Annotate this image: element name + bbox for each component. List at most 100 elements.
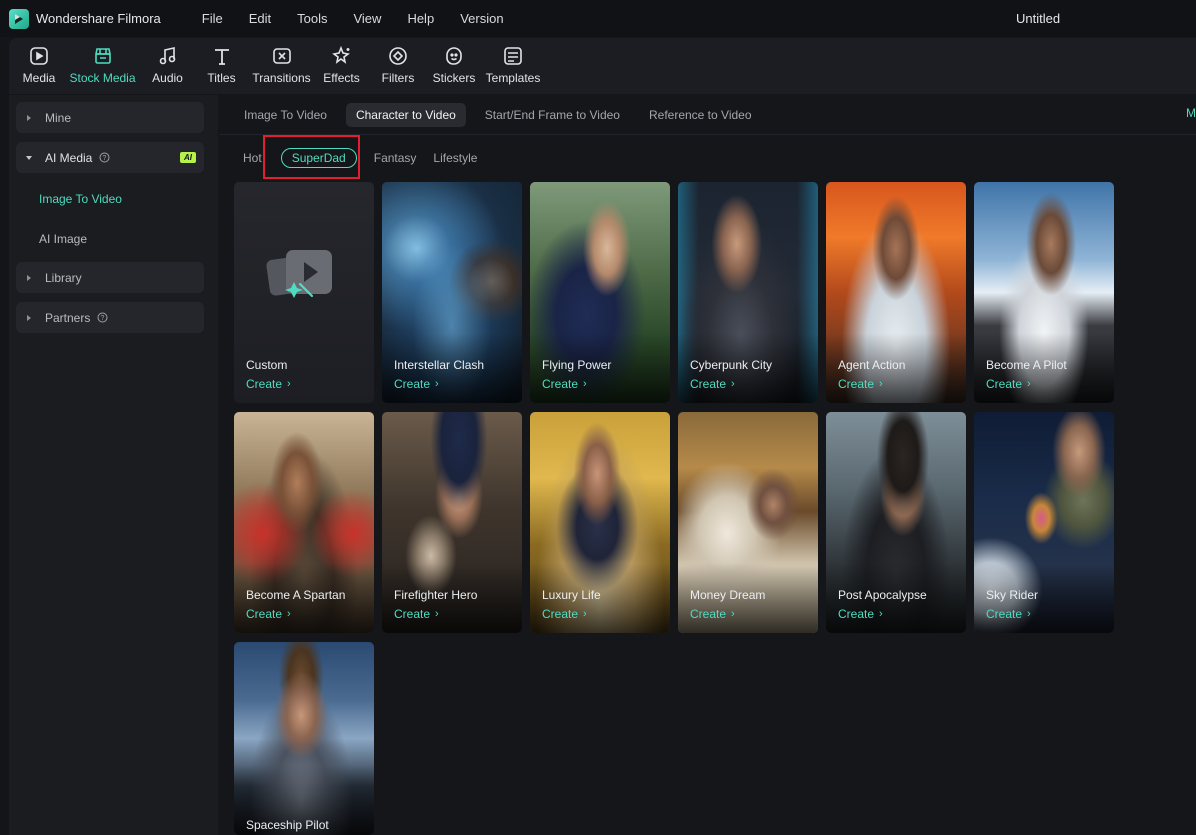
card-title: Sky Rider (986, 588, 1039, 602)
toolbar-templates[interactable]: Templates (482, 38, 544, 85)
toolbar-audio[interactable]: Audio (142, 38, 193, 85)
effects-icon (331, 45, 353, 67)
template-card-become-a-pilot[interactable]: Become A Pilot Create › (974, 182, 1114, 403)
create-link[interactable]: Create › (246, 607, 291, 621)
template-card-post-apocalypse[interactable]: Post Apocalypse Create › (826, 412, 966, 633)
menu-help[interactable]: Help (394, 11, 447, 26)
svg-text:?: ? (101, 315, 105, 322)
create-link[interactable]: Create › (690, 377, 735, 391)
toolbar-stickers[interactable]: Stickers (426, 38, 482, 85)
create-link[interactable]: Create › (394, 377, 439, 391)
create-link[interactable]: Create › (246, 377, 291, 391)
menu-tools[interactable]: Tools (284, 11, 340, 26)
menu-view[interactable]: View (340, 11, 394, 26)
menu-file[interactable]: File (189, 11, 236, 26)
template-card-interstellar-clash[interactable]: Interstellar Clash Create › (382, 182, 522, 403)
caret-right-icon (25, 314, 33, 322)
chevron-right-icon: › (287, 378, 291, 390)
category-fantasy[interactable]: Fantasy (374, 151, 417, 165)
help-icon[interactable]: ? (97, 312, 108, 323)
sidebar: Mine AI Media ? AI Image To Video AI Ima… (9, 95, 218, 835)
ai-badge: AI (180, 152, 196, 163)
titles-icon (211, 45, 233, 67)
category-lifestyle[interactable]: Lifestyle (433, 151, 477, 165)
toolbar-effects[interactable]: Effects (313, 38, 370, 85)
create-link[interactable]: Create › (986, 377, 1031, 391)
toolbar-titles[interactable]: Titles (193, 38, 250, 85)
help-icon[interactable]: ? (99, 152, 110, 163)
create-link[interactable]: Create › (838, 607, 883, 621)
create-link[interactable]: Create › (394, 607, 439, 621)
tab-character-to-video[interactable]: Character to Video (345, 102, 466, 127)
template-card-spaceship-pilot[interactable]: Spaceship Pilot (234, 642, 374, 835)
category-tabs: Hot SuperDad Fantasy Lifestyle (219, 135, 1196, 180)
card-title: Cyberpunk City (690, 358, 773, 372)
chevron-right-icon: › (583, 608, 587, 620)
sidebar-item-ai-image[interactable]: AI Image (39, 232, 87, 246)
tab-reference-to-video[interactable]: Reference to Video (639, 103, 762, 127)
toolbar-filters[interactable]: Filters (370, 38, 426, 85)
transitions-icon (271, 45, 293, 67)
chevron-right-icon: › (435, 378, 439, 390)
template-card-flying-power[interactable]: Flying Power Create › (530, 182, 670, 403)
template-card-money-dream[interactable]: Money Dream Create › (678, 412, 818, 633)
audio-icon (157, 45, 179, 67)
templates-icon (502, 45, 524, 67)
create-link[interactable]: Create › (542, 607, 587, 621)
create-link[interactable]: Create › (838, 377, 883, 391)
filters-icon (387, 45, 409, 67)
card-title: Custom (246, 358, 288, 372)
sidebar-item-library[interactable]: Library (16, 262, 204, 293)
category-hot[interactable]: Hot (243, 151, 262, 165)
create-link[interactable]: Create › (690, 607, 735, 621)
custom-video-icon (266, 250, 332, 298)
tab-start-end-frame-to-video[interactable]: Start/End Frame to Video (475, 103, 630, 127)
toolbar-media[interactable]: Media (15, 38, 63, 85)
main-panel: Image To Video Character to Video Start/… (219, 95, 1196, 835)
chevron-right-icon: › (287, 608, 291, 620)
template-card-firefighter-hero[interactable]: Firefighter Hero Create › (382, 412, 522, 633)
main-toolbar: Media Stock Media Audio Titles Transitio… (9, 38, 1196, 94)
caret-right-icon (25, 114, 33, 122)
template-card-luxury-life[interactable]: Luxury Life Create › (530, 412, 670, 633)
template-card-agent-action[interactable]: Agent Action Create › (826, 182, 966, 403)
menu-edit[interactable]: Edit (236, 11, 284, 26)
app-name: Wondershare Filmora (36, 11, 161, 26)
sidebar-item-mine[interactable]: Mine (16, 102, 204, 133)
sidebar-item-image-to-video[interactable]: Image To Video (39, 192, 122, 206)
menu-version[interactable]: Version (447, 11, 516, 26)
menu-bar: File Edit Tools View Help Version (189, 11, 517, 26)
card-title: Spaceship Pilot (246, 818, 329, 832)
chevron-right-icon: › (879, 378, 883, 390)
toolbar-transitions[interactable]: Transitions (250, 38, 313, 85)
caret-down-icon (25, 154, 33, 162)
template-card-custom[interactable]: Custom Create › (234, 182, 374, 403)
caret-right-icon (25, 274, 33, 282)
card-title: Post Apocalypse (838, 588, 927, 602)
card-title: Interstellar Clash (394, 358, 485, 372)
sidebar-item-ai-media[interactable]: AI Media ? AI (16, 142, 204, 173)
tab-overflow-text[interactable]: M (1186, 106, 1196, 120)
svg-text:?: ? (103, 155, 107, 162)
template-card-sky-rider[interactable]: Sky Rider Create › (974, 412, 1114, 633)
chevron-right-icon: › (879, 608, 883, 620)
card-title: Money Dream (690, 588, 766, 602)
stickers-icon (443, 45, 465, 67)
window-title: Untitled (1016, 11, 1061, 26)
title-bar: Wondershare Filmora File Edit Tools View… (0, 0, 1196, 37)
card-title: Become A Pilot (986, 358, 1067, 372)
toolbar-stock-media[interactable]: Stock Media (63, 38, 142, 85)
filmora-logo-icon (9, 8, 29, 29)
template-card-become-a-spartan[interactable]: Become A Spartan Create › (234, 412, 374, 633)
chevron-right-icon: › (435, 608, 439, 620)
template-card-cyberpunk-city[interactable]: Cyberpunk City Create › (678, 182, 818, 403)
card-title: Luxury Life (542, 588, 601, 602)
sidebar-item-partners[interactable]: Partners ? (16, 302, 204, 333)
tab-image-to-video[interactable]: Image To Video (235, 103, 337, 127)
filmora-window: Wondershare Filmora File Edit Tools View… (0, 0, 1196, 835)
create-link[interactable]: Create › (542, 377, 587, 391)
chevron-right-icon: › (731, 608, 735, 620)
chevron-right-icon: › (731, 378, 735, 390)
create-link[interactable]: Create › (986, 607, 1031, 621)
card-title: Flying Power (542, 358, 612, 372)
